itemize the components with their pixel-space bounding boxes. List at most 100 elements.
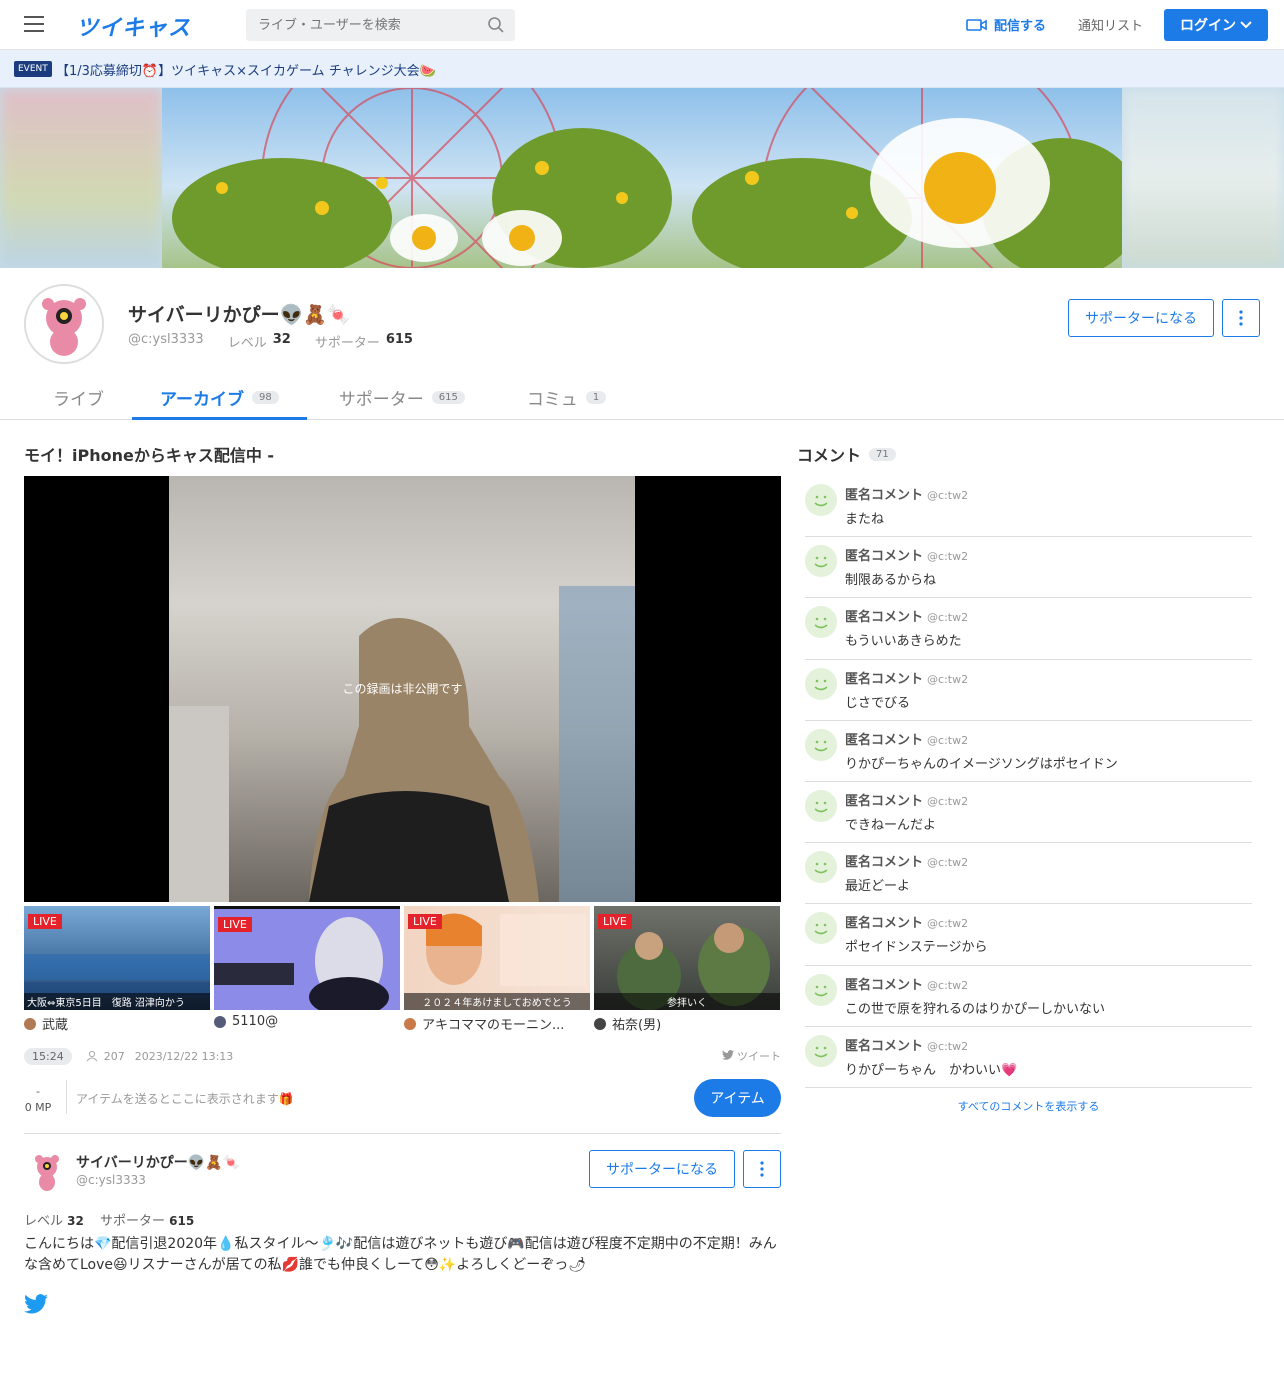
video-player[interactable]: この録画は非公開です <box>24 476 781 902</box>
user-id: @c:ysl3333 <box>76 1173 146 1187</box>
event-tag: EVENT <box>14 61 52 77</box>
item-area: - 0 MP アイテムを送るとここに表示されます🎁 アイテム <box>24 1078 781 1134</box>
user-name[interactable]: サイバーリかぴー👽🧸🍬 <box>76 1152 240 1172</box>
comment-author[interactable]: 匿名コメント @c:tw2 <box>845 974 968 993</box>
live-badge: LIVE <box>28 914 62 929</box>
comment-author-id: @c:tw2 <box>927 672 969 686</box>
smile-avatar-icon[interactable] <box>805 484 837 516</box>
comment-text: またね <box>845 512 885 527</box>
profile-avatar[interactable] <box>24 284 104 364</box>
live-badge: LIVE <box>218 917 252 932</box>
more-options-button[interactable] <box>1222 299 1260 337</box>
comments-count-badge: 71 <box>869 447 896 461</box>
menu-icon[interactable] <box>24 16 44 32</box>
comment-item: 匿名コメント @c:tw2 ポセイドンステージから <box>805 904 1252 966</box>
smile-avatar-icon[interactable] <box>805 545 837 578</box>
comment-author[interactable]: 匿名コメント @c:tw2 <box>845 545 968 564</box>
more-options-button[interactable] <box>743 1150 781 1188</box>
smile-avatar-icon[interactable] <box>805 851 837 884</box>
live-name-row: アキコママのモーニン... <box>404 1014 590 1033</box>
comment-author-id: @c:tw2 <box>927 611 969 625</box>
tab-archive[interactable]: アーカイブ 98 <box>132 374 307 420</box>
mp-counter: - 0 MP <box>24 1084 52 1116</box>
live-caption: 大阪⇔東京5日目 復路 沼津向かう <box>24 993 210 1010</box>
comment-author[interactable]: 匿名コメント @c:tw2 <box>845 912 968 931</box>
avatar <box>24 1017 36 1030</box>
supporter-count: 615 <box>169 1214 195 1228</box>
smile-avatar-icon[interactable] <box>805 667 837 700</box>
comment-author[interactable]: 匿名コメント @c:tw2 <box>845 484 968 503</box>
smile-avatar-icon[interactable] <box>805 973 837 1006</box>
movie-datetime: 2023/12/22 13:13 <box>134 1049 234 1063</box>
become-supporter-button[interactable]: サポーターになる <box>1068 299 1214 337</box>
avatar <box>594 1017 606 1030</box>
live-thumbnail[interactable]: LIVE <box>214 906 400 1010</box>
smile-avatar-icon[interactable] <box>805 912 837 945</box>
tab-supporters[interactable]: サポーター 615 <box>307 374 495 420</box>
live-thumbnail[interactable]: LIVE ２０２４年あけましておめでとう <box>404 906 590 1010</box>
comment-author[interactable]: 匿名コメント @c:tw2 <box>845 606 968 625</box>
login-button[interactable]: ログイン <box>1164 9 1268 41</box>
comment-author[interactable]: 匿名コメント @c:tw2 <box>845 729 968 748</box>
user-avatar[interactable] <box>30 1152 64 1192</box>
banner-blur-left <box>0 88 162 268</box>
live-thumbnail[interactable]: LIVE 参拝いく <box>594 906 780 1010</box>
comment-item: 匿名コメント @c:tw2 制限あるからね <box>805 537 1252 599</box>
event-text[interactable]: 【1/3応募締切⏰】ツイキャス×スイカゲーム チャレンジ大会🍉 <box>56 60 436 79</box>
comment-author-id: @c:tw2 <box>927 550 969 564</box>
tab-community[interactable]: コミュ 1 <box>495 374 634 420</box>
supporter-count[interactable]: 615 <box>386 332 413 351</box>
show-all-comments-link[interactable]: すべてのコメントを表示する <box>805 1098 1252 1114</box>
user-meta: レベル 32 サポーター 615 <box>24 1210 206 1229</box>
item-note: アイテムを送るとここに表示されます🎁 <box>76 1092 294 1106</box>
live-user-name[interactable]: 祐奈(男) <box>612 1014 661 1033</box>
comment-text: この世で原を狩れるのはりかぴーしかいない <box>845 1001 1106 1017</box>
live-name-row: 5110@ <box>214 1014 400 1029</box>
live-card[interactable]: LIVE ２０２４年あけましておめでとう アキコママのモーニン... <box>404 906 590 1033</box>
twitter-icon[interactable] <box>24 1294 48 1314</box>
comment-text: りかぴーちゃん かわいい💗 <box>845 1062 1018 1078</box>
comment-author-name: 匿名コメント <box>845 671 924 687</box>
live-badge: LIVE <box>598 914 632 929</box>
live-user-name[interactable]: 5110@ <box>232 1014 278 1029</box>
comment-item: 匿名コメント @c:tw2 できねーんだよ <box>805 782 1252 844</box>
twitter-bird-icon <box>721 1050 734 1060</box>
tweet-link[interactable]: ツイート <box>721 1048 781 1064</box>
mp-dash: - <box>36 1085 40 1098</box>
comment-author-name: 匿名コメント <box>845 549 924 565</box>
smile-avatar-icon[interactable] <box>805 789 837 822</box>
site-logo[interactable]: ツイキャス <box>76 10 191 42</box>
live-thumbnail[interactable]: LIVE 大阪⇔東京5日目 復路 沼津向かう <box>24 906 210 1010</box>
comment-author[interactable]: 匿名コメント @c:tw2 <box>845 851 968 870</box>
search-input[interactable] <box>246 9 476 41</box>
live-card[interactable]: LIVE 大阪⇔東京5日目 復路 沼津向かう 武蔵 <box>24 906 210 1033</box>
comment-author-id: @c:tw2 <box>927 856 969 870</box>
comment-author[interactable]: 匿名コメント @c:tw2 <box>845 1035 968 1054</box>
live-card[interactable]: LIVE 5110@ <box>214 906 400 1029</box>
event-bar[interactable]: EVENT 【1/3応募締切⏰】ツイキャス×スイカゲーム チャレンジ大会🍉 <box>0 50 1284 88</box>
live-caption: 参拝いく <box>594 993 780 1010</box>
broadcast-button[interactable]: 配信する <box>966 15 1046 34</box>
comment-author-id: @c:tw2 <box>927 489 969 502</box>
live-card[interactable]: LIVE 参拝いく 祐奈(男) <box>594 906 780 1033</box>
live-user-name[interactable]: アキコママのモーニン... <box>422 1014 564 1033</box>
become-supporter-button[interactable]: サポーターになる <box>589 1150 735 1188</box>
live-name-row: 武蔵 <box>24 1014 210 1033</box>
comment-item: 匿名コメント @c:tw2 りかぴーちゃん かわいい💗 <box>805 1027 1252 1088</box>
search-icon[interactable] <box>487 16 505 34</box>
comment-author[interactable]: 匿名コメント @c:tw2 <box>845 668 968 687</box>
smile-avatar-icon[interactable] <box>805 728 837 761</box>
comment-text: 最近どーよ <box>845 879 911 895</box>
live-user-name[interactable]: 武蔵 <box>42 1014 68 1033</box>
banner-blur-right <box>1122 88 1284 268</box>
tab-live[interactable]: ライブ <box>0 374 132 420</box>
item-button[interactable]: アイテム <box>694 1079 781 1117</box>
private-notice: この録画は非公開です <box>342 682 463 696</box>
smile-avatar-icon[interactable] <box>805 1034 837 1067</box>
notify-list-link[interactable]: 通知リスト <box>1078 15 1143 34</box>
comment-list: 匿名コメント @c:tw2 またね 匿名コメント @c:tw2 制限あるからね 匿名コメント… <box>805 476 1252 1088</box>
smile-avatar-icon[interactable] <box>805 606 837 639</box>
comment-item: 匿名コメント @c:tw2 じさでびる <box>805 660 1252 721</box>
comment-author[interactable]: 匿名コメント @c:tw2 <box>845 790 968 809</box>
kebab-menu-icon <box>1239 310 1243 326</box>
